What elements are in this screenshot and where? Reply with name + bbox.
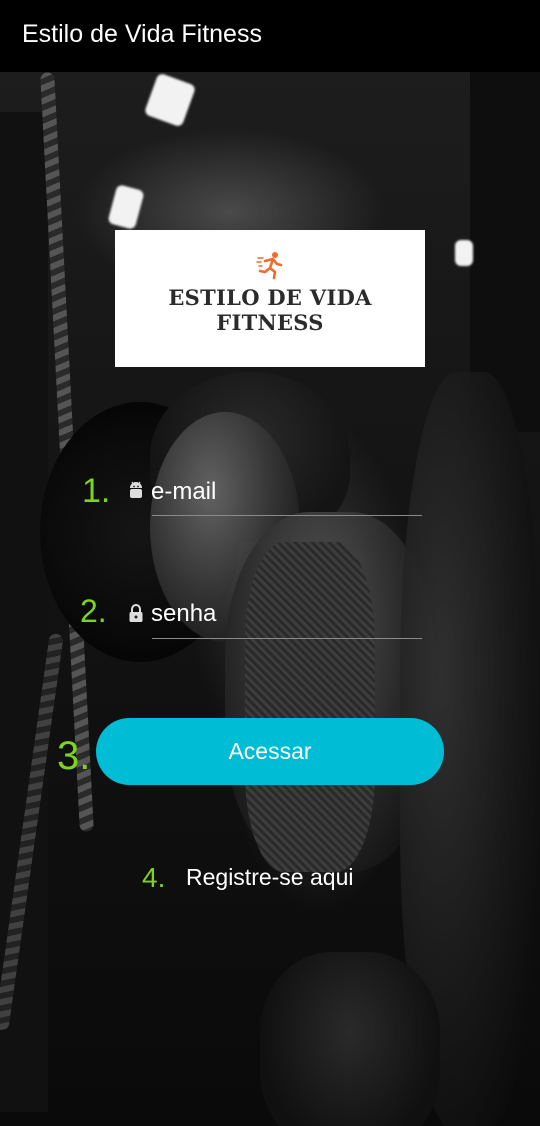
email-field	[127, 476, 427, 516]
ceiling-light	[455, 240, 473, 266]
register-link[interactable]: Registre-se aqui	[186, 864, 353, 891]
password-field	[127, 598, 427, 638]
password-input[interactable]	[151, 598, 421, 630]
email-input[interactable]	[151, 476, 421, 508]
ceiling-light	[107, 184, 145, 230]
step-number-4: 4.	[142, 862, 166, 893]
running-person-icon	[256, 252, 283, 280]
person-legs	[260, 952, 440, 1126]
ceiling-light	[143, 72, 197, 128]
email-underline	[152, 515, 422, 516]
login-button[interactable]: Acessar	[96, 718, 444, 785]
step-number-3: 3.	[57, 734, 91, 778]
app-title: Estilo de Vida Fitness	[22, 20, 262, 48]
step-number-2: 2.	[80, 593, 107, 629]
android-icon	[130, 481, 142, 498]
logo-card: ESTILO DE VIDA FITNESS	[115, 230, 425, 367]
logo-text: ESTILO DE VIDA FITNESS	[168, 285, 372, 335]
app-bar: Estilo de Vida Fitness	[0, 0, 540, 72]
lock-icon	[129, 604, 143, 622]
password-underline	[152, 638, 422, 639]
sports-top	[245, 542, 375, 872]
app-screen: Estilo de Vida Fitness ESTILO DE VIDA FI…	[0, 0, 540, 1126]
step-number-1: 1.	[82, 472, 111, 510]
